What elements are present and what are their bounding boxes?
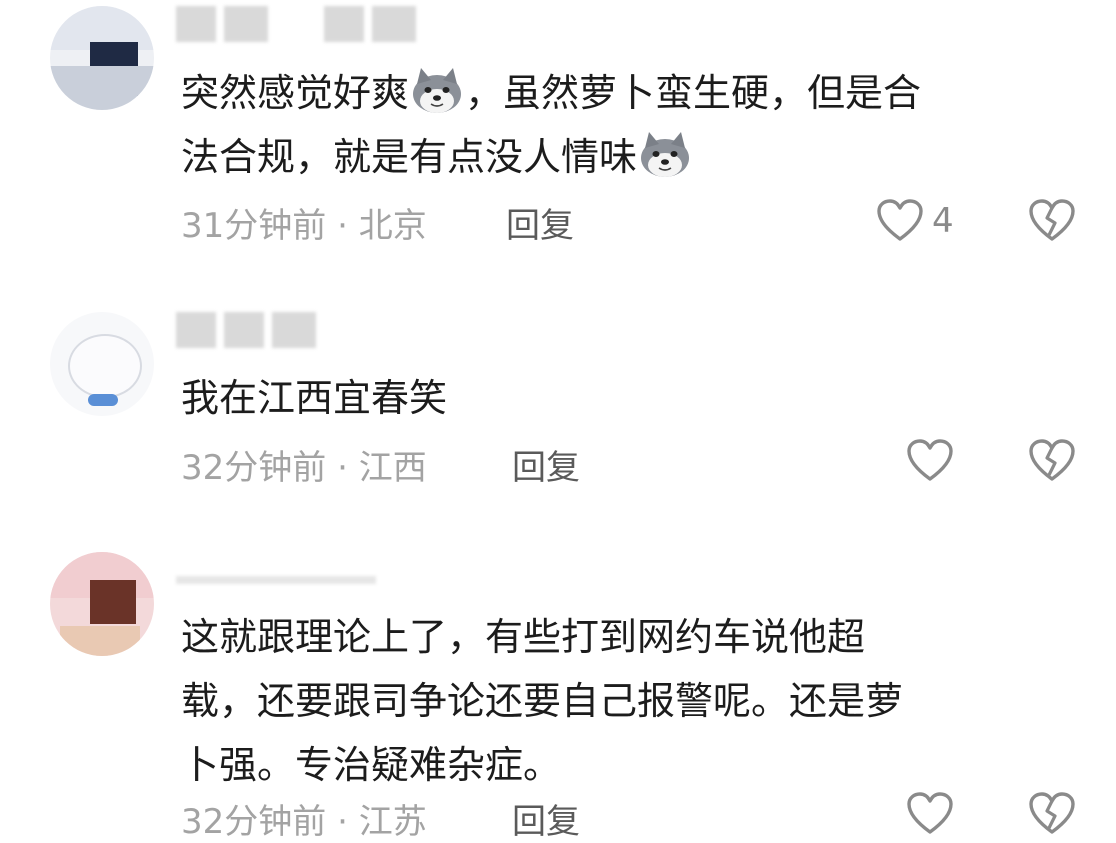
heart-outline-icon [876,199,924,243]
reply-button[interactable]: 回复 [512,440,580,489]
location: 北京 [358,206,427,246]
timestamp: 32分钟前 [181,448,327,488]
username-blurred[interactable] [176,312,316,348]
husky-emoji [639,132,691,178]
heart-outline-icon [906,792,954,836]
avatar[interactable] [50,6,154,110]
broken-heart-icon [1028,199,1076,243]
like-button[interactable] [906,439,954,483]
comment-text: 我在江西宜春笑 [181,376,448,420]
comment-meta: 32分钟前 · 江西 [181,448,427,488]
like-button[interactable] [906,792,954,836]
like-button[interactable]: 4 [876,199,954,243]
dislike-button[interactable] [1028,439,1076,483]
reply-button[interactable]: 回复 [512,794,580,843]
dislike-button[interactable] [1028,199,1076,243]
heart-outline-icon [906,439,954,483]
timestamp: 32分钟前 [181,802,327,842]
comment-meta: 31分钟前 · 北京 [181,206,427,246]
location: 江苏 [358,802,427,842]
husky-emoji [411,68,463,114]
comment-meta: 32分钟前 · 江苏 [181,802,427,842]
reply-button[interactable]: 回复 [506,198,574,247]
like-count: 4 [932,201,954,241]
avatar[interactable] [50,552,154,656]
broken-heart-icon [1028,792,1076,836]
avatar[interactable] [50,312,154,416]
location: 江西 [358,448,427,488]
comment-text: 突然感觉好爽 ，虽然萝卜蛮生硬，但是合 法合规，就是有点没人情味 [181,61,1081,189]
username-blurred[interactable] [176,576,376,584]
username-blurred[interactable] [176,6,416,42]
timestamp: 31分钟前 [181,206,327,246]
broken-heart-icon [1028,439,1076,483]
comment-text: 这就跟理论上了，有些打到网约车说他超 载，还要跟司争论还要自己报警呢。还是萝 卜… [181,615,904,787]
dislike-button[interactable] [1028,792,1076,836]
